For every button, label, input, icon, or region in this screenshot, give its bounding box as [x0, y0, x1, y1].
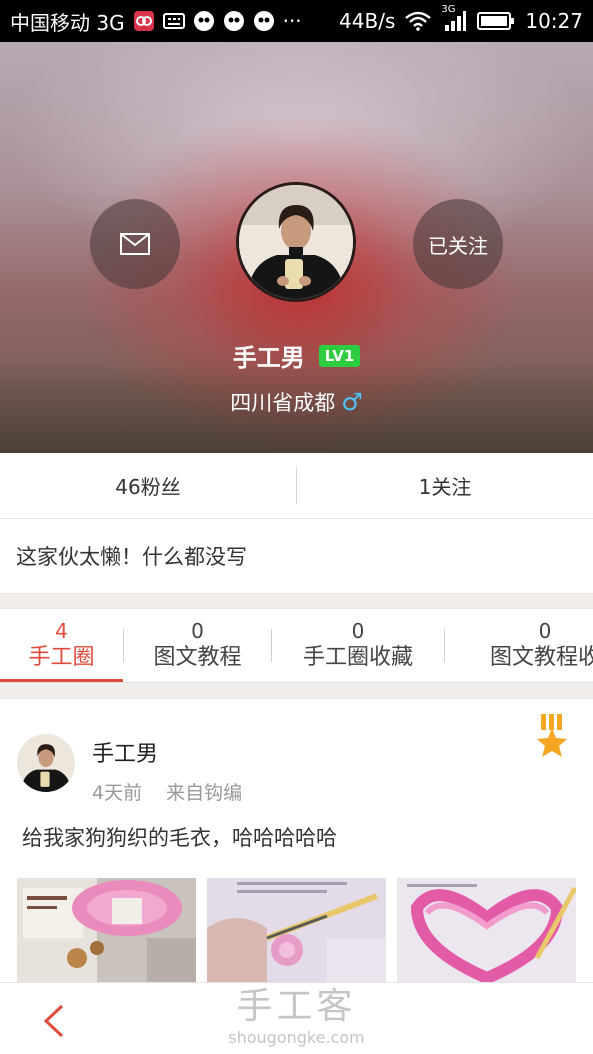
app-notification-icon: [133, 10, 155, 32]
follow-stats: 46粉丝 1关注: [0, 453, 593, 519]
signal-type-label: 3G: [441, 4, 456, 15]
envelope-icon: [120, 233, 150, 255]
section-gap: [0, 593, 593, 609]
clock: 10:27: [525, 9, 583, 33]
status-bar: 中国移动 3G ··· 44B/s 3G 10:27: [0, 0, 593, 42]
post-text: 给我家狗狗织的毛衣，哈哈哈哈哈: [22, 826, 337, 850]
cell-signal-icon: 3G: [441, 4, 467, 32]
post-author-name[interactable]: 手工男: [92, 736, 158, 768]
post-image[interactable]: [207, 878, 386, 982]
profile-name: 手工男: [232, 344, 305, 372]
message-button[interactable]: [90, 199, 180, 289]
content-tabs: 4 手工圈 0 图文教程 0 手工圈收藏 0 图文教程收: [0, 609, 593, 683]
watermark-url: shougongke.com: [228, 1028, 365, 1047]
follow-status-button[interactable]: 已关注: [413, 199, 503, 289]
chat-app-icon: [193, 10, 215, 32]
post-source[interactable]: 来自钩编: [166, 778, 242, 805]
tab-tutorials[interactable]: 0 图文教程: [124, 609, 271, 682]
chat-app-icon: [223, 10, 245, 32]
profile-bio: 这家伙太懒！什么都没写: [0, 519, 593, 593]
tab-handcraft-circle[interactable]: 4 手工圈: [0, 609, 123, 682]
tab-label: 手工圈: [28, 644, 95, 670]
battery-icon: [477, 11, 515, 31]
post-meta: 4天前 来自钩编: [92, 778, 242, 805]
site-watermark: 手工客 shougongke.com: [0, 983, 593, 1047]
post-card[interactable]: 手工男 4天前 来自钩编 给我家狗狗织的毛衣，哈哈哈哈哈: [0, 700, 593, 982]
post-author-avatar[interactable]: [17, 734, 75, 792]
tab-count: 0: [351, 618, 365, 643]
medal-icon: [535, 714, 569, 762]
tab-count: 0: [191, 618, 204, 643]
post-image[interactable]: [17, 878, 196, 982]
tab-circle-favorites[interactable]: 0 手工圈收藏: [272, 609, 444, 682]
tab-label: 图文教程: [153, 644, 242, 670]
wifi-icon: [405, 11, 432, 31]
carrier-label: 中国移动 3G: [10, 10, 125, 35]
tab-count: 0: [538, 618, 552, 643]
watermark-chinese: 手工客: [236, 986, 357, 1027]
tab-tutorial-favorites[interactable]: 0 图文教程收: [445, 609, 593, 682]
post-image[interactable]: [397, 878, 576, 982]
fans-count[interactable]: 46粉丝: [0, 453, 296, 518]
tab-label: 图文教程收: [489, 644, 593, 670]
more-notifications-icon: ···: [282, 9, 302, 33]
keyboard-icon: [162, 12, 185, 30]
profile-name-row: 手工男 LV1: [0, 338, 593, 373]
profile-header: 已关注 手工男 LV1 四川省成都 ♂: [0, 42, 593, 453]
network-speed: 44B/s: [339, 9, 396, 33]
profile-avatar[interactable]: [236, 182, 356, 302]
profile-location: 四川省成都: [230, 391, 336, 415]
level-badge: LV1: [318, 344, 361, 367]
chat-app-icon: [253, 10, 275, 32]
profile-location-row: 四川省成都 ♂: [0, 387, 593, 417]
following-count[interactable]: 1关注: [297, 453, 593, 518]
tab-label: 手工圈收藏: [302, 644, 413, 670]
bottom-bar: 手工客 shougongke.com: [0, 982, 593, 1054]
post-time: 4天前: [92, 782, 143, 804]
tab-count: 4: [55, 618, 68, 643]
male-gender-icon: ♂: [341, 388, 363, 416]
section-gap: [0, 683, 593, 699]
